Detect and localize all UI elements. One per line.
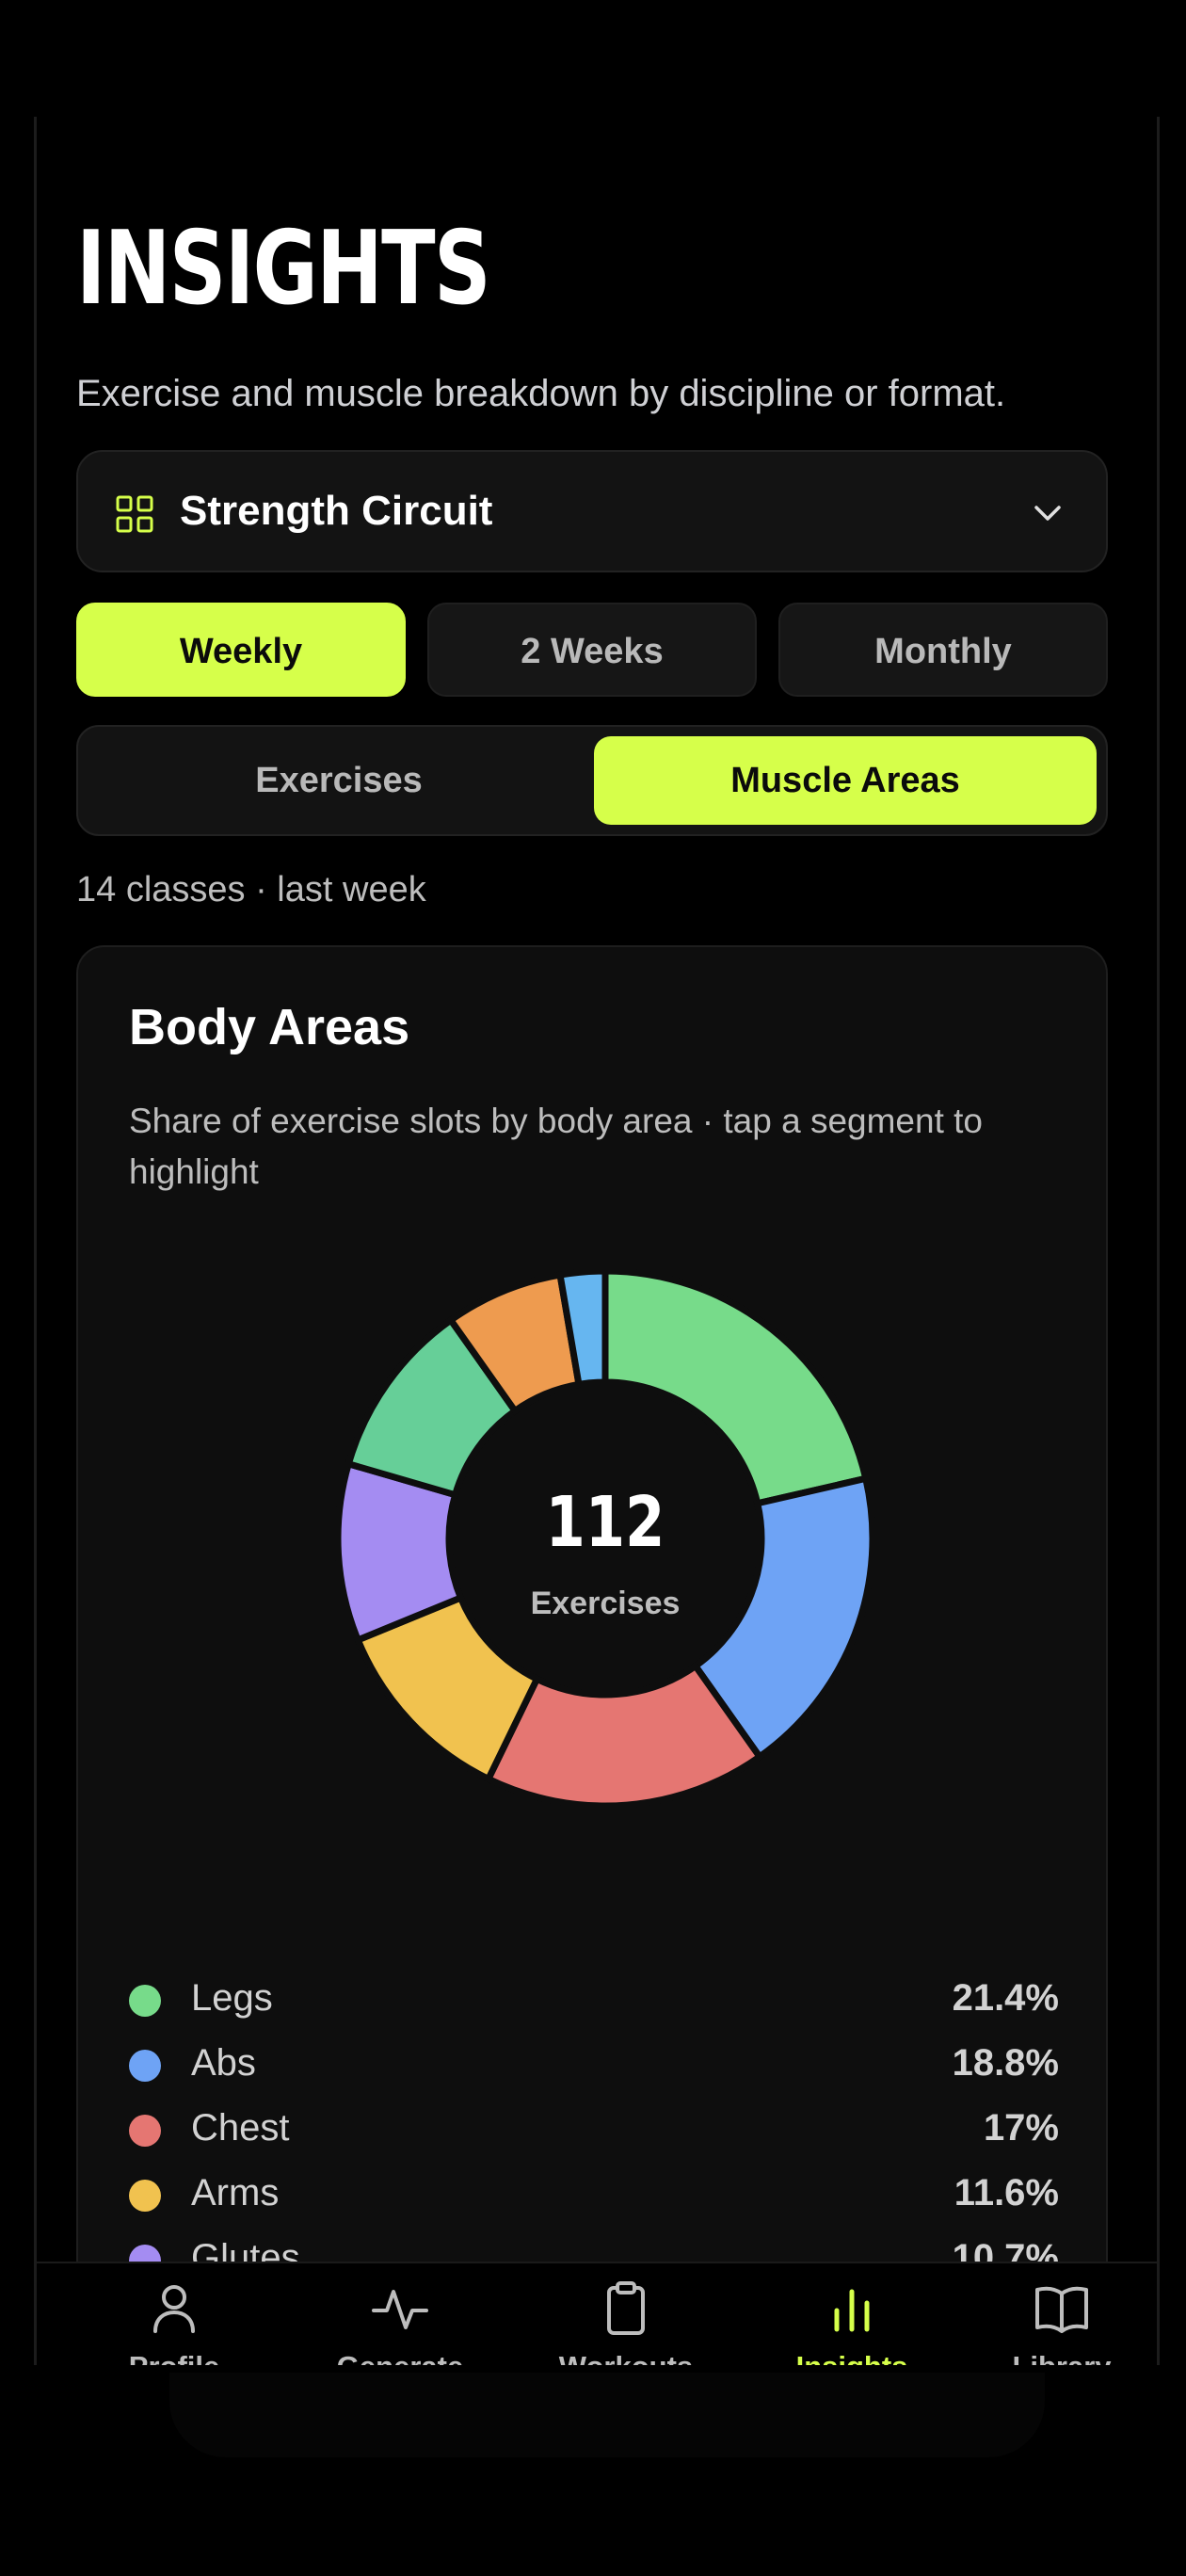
tab-muscle-areas[interactable]: Muscle Areas — [594, 736, 1097, 825]
classes-summary: 14 classes · last week — [76, 870, 426, 910]
bar-chart-icon — [834, 2289, 870, 2332]
legend-percent: 17% — [983, 2107, 1059, 2149]
grid-icon — [116, 495, 153, 533]
tab-exercises[interactable]: Exercises — [88, 736, 590, 825]
pulse-icon — [372, 2290, 428, 2329]
legend-item[interactable]: Arms 11.6% — [129, 2165, 1059, 2230]
card-title: Body Areas — [129, 999, 410, 1055]
tab-label: Insights — [748, 2350, 955, 2365]
donut-segment-legs[interactable] — [601, 1267, 870, 1507]
page-title: INSIGHTS — [76, 210, 491, 328]
clipboard-icon — [607, 2281, 645, 2335]
view-toggle: Exercises Muscle Areas — [76, 725, 1108, 836]
tab-generate[interactable]: Generate — [296, 2278, 504, 2365]
legend-swatch — [129, 1985, 161, 2017]
format-selector-value: Strength Circuit — [180, 488, 493, 534]
body-areas-donut-chart: 112 Exercises — [334, 1267, 876, 1810]
legend-percent: 11.6% — [954, 2172, 1059, 2214]
legend-swatch — [129, 2050, 161, 2082]
period-monthly-button[interactable]: Monthly — [778, 603, 1108, 697]
tab-label: Workouts — [522, 2350, 729, 2365]
tab-workouts[interactable]: Workouts — [522, 2278, 729, 2365]
body-areas-card: Body Areas Share of exercise slots by bo… — [76, 945, 1108, 2365]
tab-label: Library — [974, 2350, 1149, 2365]
donut-center-label: Exercises — [531, 1586, 681, 1621]
period-2-weeks-button[interactable]: 2 Weeks — [427, 603, 757, 697]
donut-center-value: 112 — [546, 1481, 665, 1562]
legend-swatch — [129, 2115, 161, 2147]
legend-label: Arms — [191, 2172, 280, 2214]
period-weekly-button[interactable]: Weekly — [76, 603, 406, 697]
tab-library[interactable]: Library — [974, 2278, 1149, 2365]
format-selector[interactable]: Strength Circuit — [76, 450, 1108, 572]
legend-item[interactable]: Legs 21.4% — [129, 1970, 1059, 2035]
legend-label: Legs — [191, 1977, 273, 2019]
chevron-down-icon — [1034, 506, 1061, 521]
legend-item[interactable]: Abs 18.8% — [129, 2035, 1059, 2100]
page-subtitle: Exercise and muscle breakdown by discipl… — [76, 373, 1006, 414]
tab-label: Generate — [296, 2350, 504, 2365]
chart-legend: Legs 21.4% Abs 18.8% Chest 17% Arms 11.6% Glutes… — [129, 1970, 1059, 2294]
tab-profile[interactable]: Profile — [71, 2278, 278, 2365]
device-bottom-edge — [169, 2373, 1045, 2457]
card-description: Share of exercise slots by body area · t… — [129, 1102, 983, 1191]
tab-insights[interactable]: Insights — [748, 2278, 955, 2365]
person-icon — [153, 2285, 195, 2333]
tab-label: Profile — [71, 2350, 278, 2365]
legend-swatch — [129, 2180, 161, 2212]
legend-percent: 21.4% — [952, 1977, 1059, 2019]
legend-label: Chest — [191, 2107, 290, 2149]
legend-item[interactable]: Chest 17% — [129, 2100, 1059, 2165]
legend-label: Abs — [191, 2042, 256, 2084]
app-screen: INSIGHTS Exercise and muscle breakdown b… — [34, 117, 1160, 2365]
legend-percent: 18.8% — [952, 2042, 1059, 2084]
book-icon — [1035, 2286, 1088, 2333]
